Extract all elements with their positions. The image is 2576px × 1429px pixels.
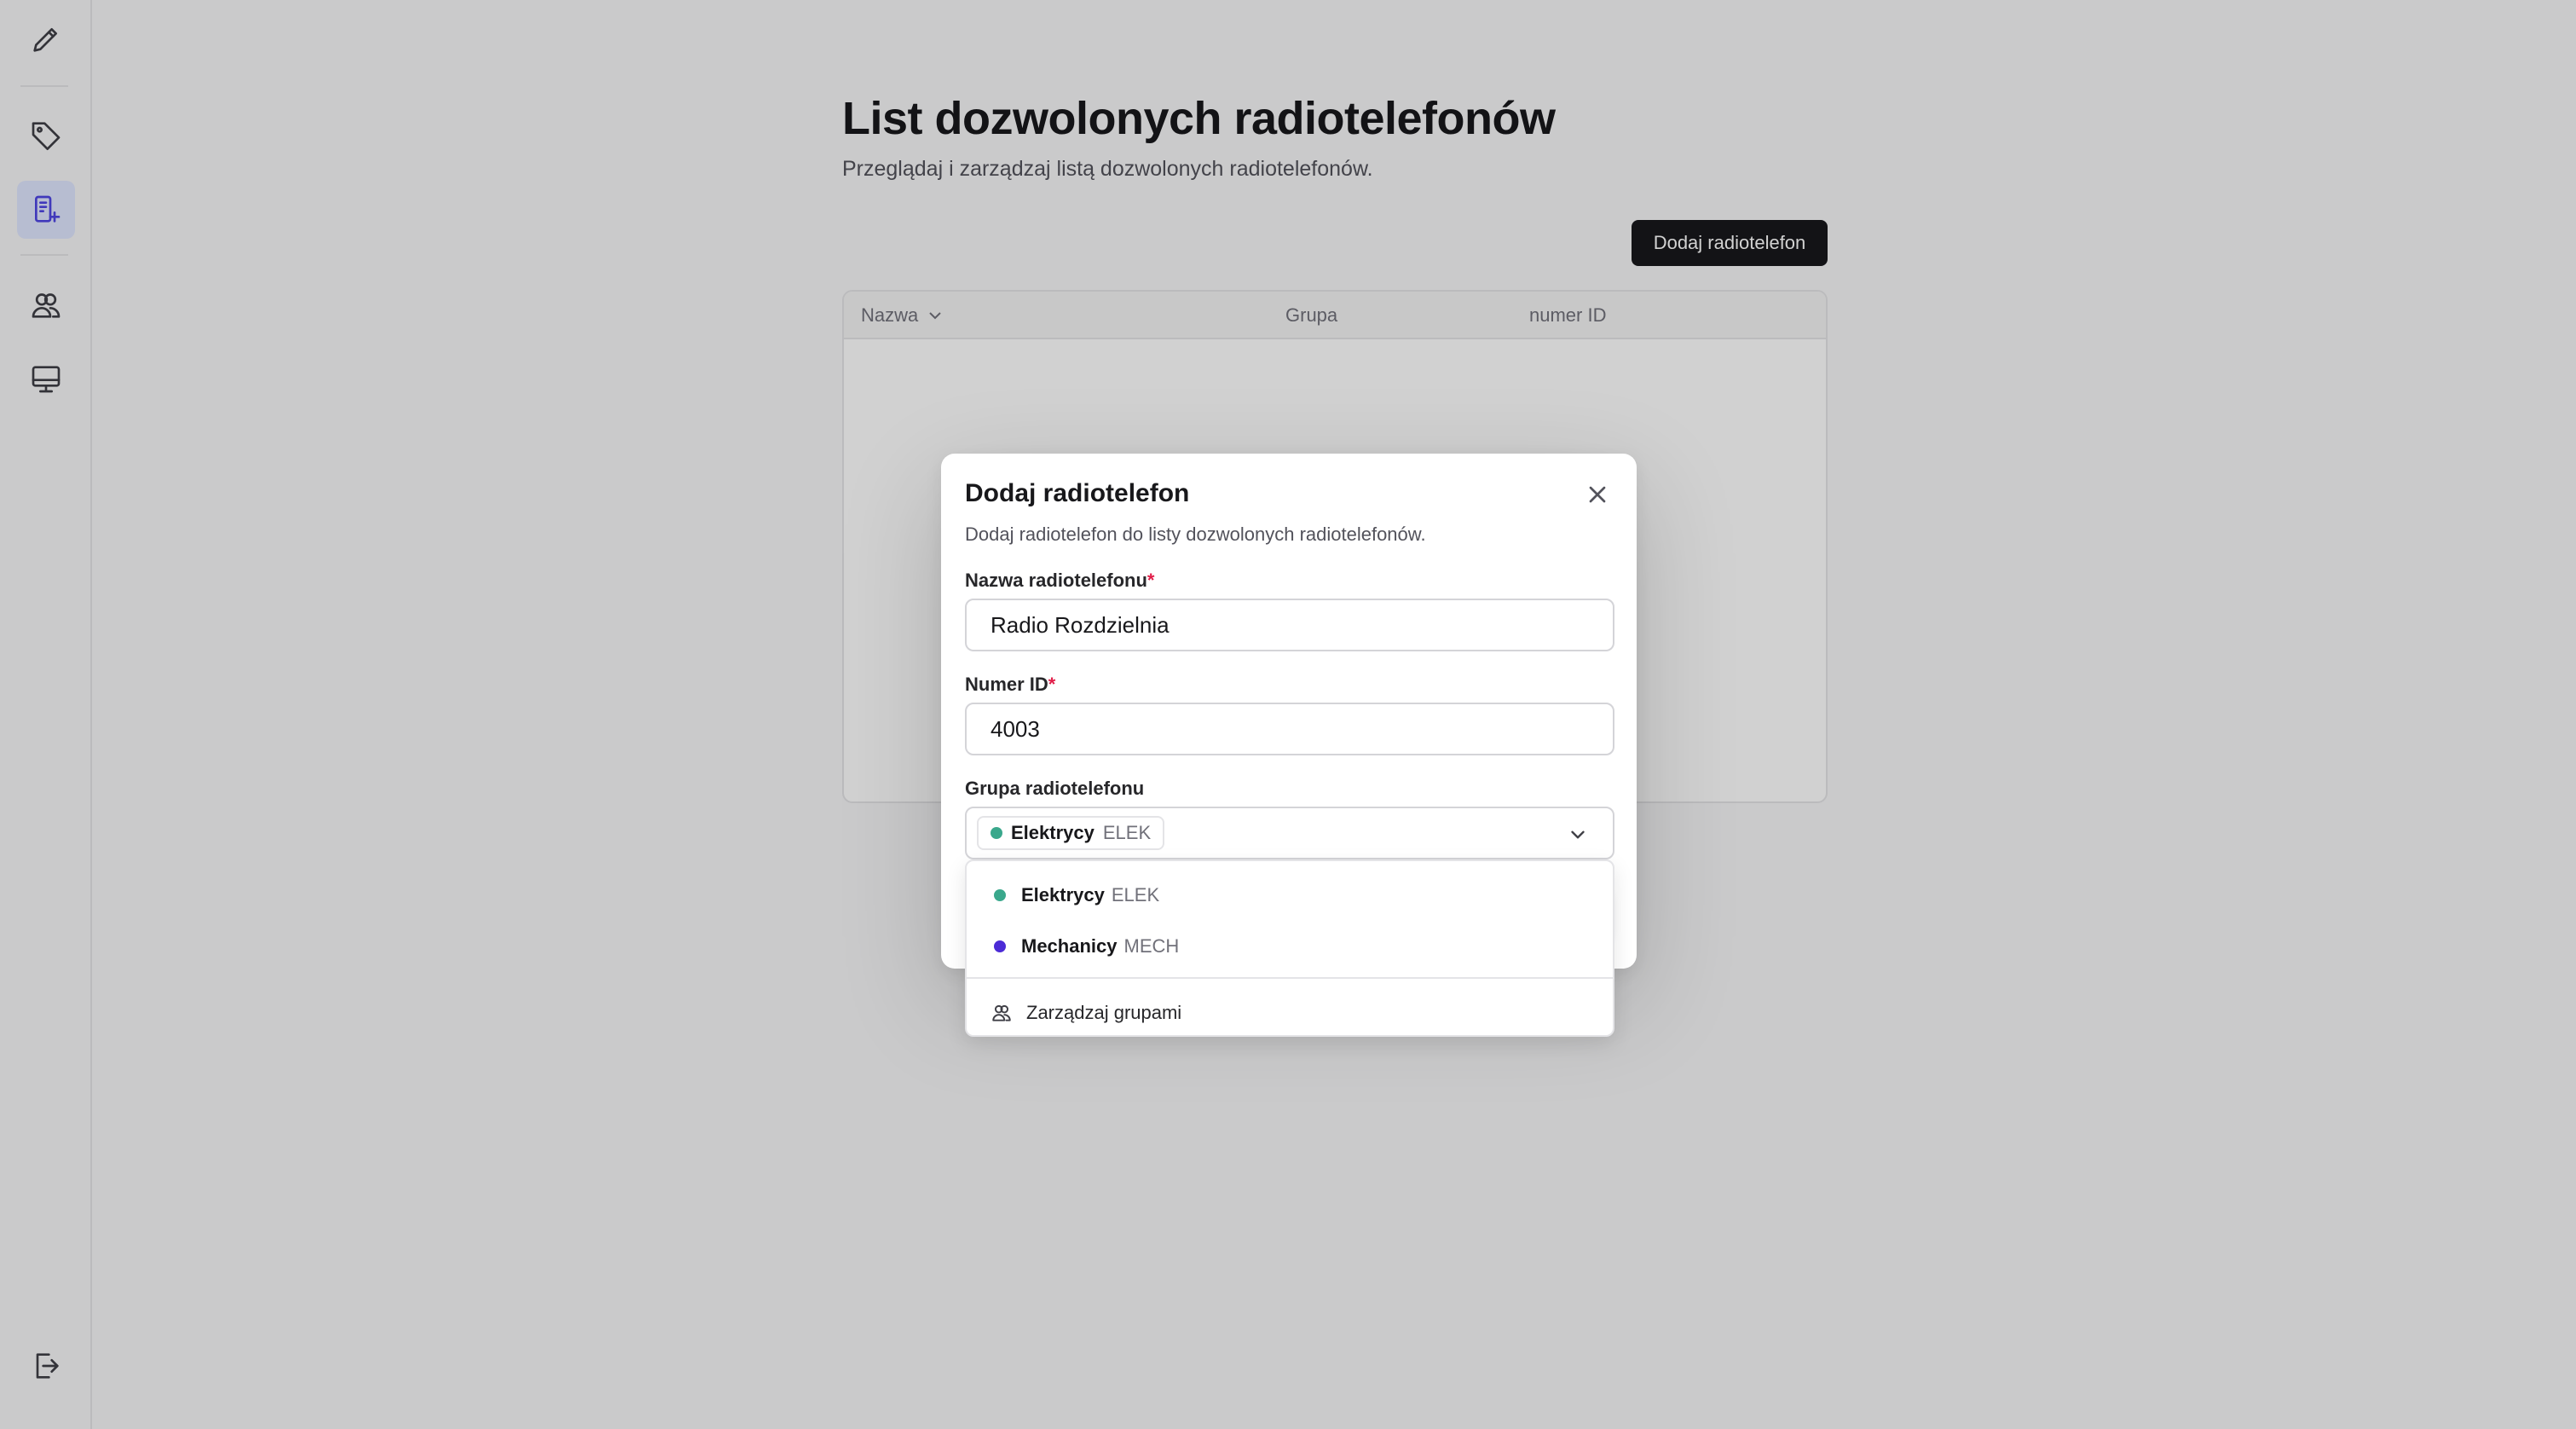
id-label-text: Numer ID: [965, 674, 1048, 695]
close-button[interactable]: [1584, 481, 1611, 508]
selected-group-code: ELEK: [1102, 822, 1152, 843]
id-field-label: Numer ID*: [965, 674, 1055, 696]
app-root: List dozwolonych radiotelefonów Przegląd…: [0, 0, 2576, 1429]
group-color-dot: [991, 827, 1002, 839]
dialog-description: Dodaj radiotelefon do listy dozwolonych …: [965, 524, 1426, 545]
dropdown-divider: [967, 977, 1613, 979]
group-field-label: Grupa radiotelefonu: [965, 778, 1145, 799]
manage-groups-label: Zarządzaj grupami: [1026, 1002, 1182, 1023]
dialog-title: Dodaj radiotelefon: [965, 479, 1190, 507]
group-color-dot: [994, 889, 1006, 901]
select-toggle[interactable]: [1567, 824, 1589, 846]
manage-groups-item[interactable]: Zarządzaj grupami: [967, 989, 1613, 1037]
group-dropdown-menu: Elektrycy ELEK Mechanicy MECH Zarządzaj …: [965, 859, 1614, 1037]
selected-group-name: Elektrycy: [1011, 822, 1095, 843]
group-option-elek[interactable]: Elektrycy ELEK: [967, 871, 1613, 919]
radio-name-input[interactable]: Radio Rozdzielnia: [965, 599, 1614, 651]
option-name: Mechanicy: [1021, 935, 1118, 957]
option-code: ELEK: [1111, 884, 1160, 905]
chevron-down-icon: [1571, 830, 1585, 839]
option-name: Elektrycy: [1021, 884, 1105, 905]
name-label-text: Nazwa radiotelefonu: [965, 570, 1147, 591]
selected-group-chip[interactable]: Elektrycy ELEK: [977, 816, 1165, 850]
radio-id-input[interactable]: 4003: [965, 703, 1614, 755]
group-select[interactable]: Elektrycy ELEK: [965, 807, 1614, 859]
name-field-label: Nazwa radiotelefonu*: [965, 570, 1154, 592]
close-icon: [1589, 486, 1606, 503]
required-marker: *: [1048, 674, 1056, 695]
users-icon: [992, 1004, 1011, 1021]
option-code: MECH: [1123, 935, 1180, 957]
required-marker: *: [1146, 570, 1155, 591]
group-color-dot: [994, 940, 1006, 952]
group-option-mech[interactable]: Mechanicy MECH: [967, 923, 1613, 970]
